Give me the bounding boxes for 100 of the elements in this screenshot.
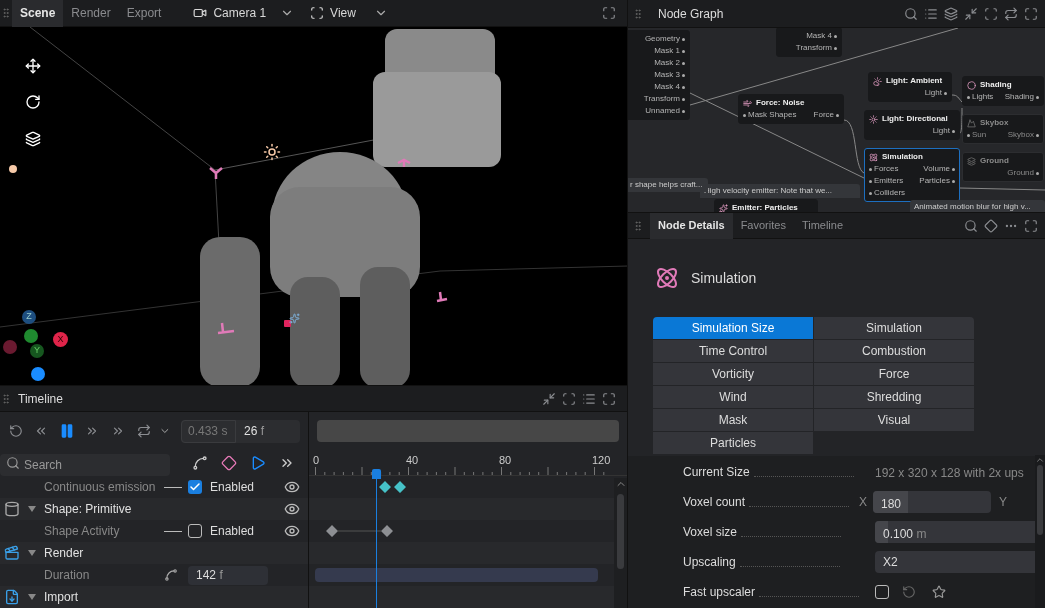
output-port-label: Mask 3 <box>654 69 680 81</box>
graph-node[interactable]: Light: Directional Light <box>864 110 960 140</box>
section-button[interactable]: Mask <box>653 409 813 431</box>
property-label: Voxel size <box>683 524 738 541</box>
output-port-label: Mask 4 <box>806 30 832 42</box>
output-port-label: Force <box>813 109 834 121</box>
group-label: Render <box>44 545 84 562</box>
drag-handle-icon <box>632 7 644 20</box>
group-row[interactable]: Shape: Primitive <box>0 498 308 520</box>
visibility-icon <box>284 479 300 495</box>
section-button[interactable]: Simulation Size <box>653 317 813 339</box>
scrollbar[interactable] <box>614 478 627 608</box>
graph-node[interactable]: Light: Ambient Light <box>868 72 952 102</box>
enabled-label: Enabled <box>210 523 255 540</box>
property-label: Continuous emission <box>44 479 157 496</box>
graph-node[interactable]: Skybox Sun Skybox <box>962 114 1044 144</box>
search-field[interactable]: Search <box>0 454 171 476</box>
search-icon <box>6 456 20 470</box>
graph-node[interactable]: Simulation Forces Volume Emitters Particles Colliders <box>864 148 960 202</box>
section-button[interactable]: Wind <box>653 386 813 408</box>
scene-tab[interactable]: Export <box>118 0 170 27</box>
section-button[interactable]: Shredding <box>814 386 974 408</box>
section-button[interactable]: Time Control <box>653 340 813 362</box>
output-port-label: Transform <box>643 93 680 105</box>
camera-dropdown[interactable]: Camera 1 <box>193 4 295 22</box>
scrollbar[interactable] <box>1035 455 1045 608</box>
node-canvas[interactable] <box>628 28 1045 212</box>
voxel-size-slider[interactable]: 0.100 m <box>875 521 1035 543</box>
keyframe-icon[interactable] <box>219 453 239 473</box>
output-port-label: Light <box>932 125 950 137</box>
property-label: Fast upscaler <box>683 584 756 601</box>
input-port-label: Sun <box>972 129 987 141</box>
scene-tab[interactable]: Scene <box>12 0 64 27</box>
duration-field[interactable]: 142 f <box>188 565 268 585</box>
frame-field[interactable]: 26 f <box>236 419 300 443</box>
atom-icon <box>655 266 679 290</box>
output-port-label: Ground <box>1007 167 1034 179</box>
output-port-label: Mask 1 <box>654 45 680 57</box>
property-label: Voxel count <box>683 494 746 511</box>
output-port-label: Shading <box>1004 91 1034 103</box>
panel-title: Node Graph <box>658 5 724 23</box>
section-button[interactable]: Force <box>814 363 974 385</box>
graph-node[interactable]: Ground Ground <box>962 152 1044 182</box>
node-icon <box>967 80 976 90</box>
section-button[interactable]: Vorticity <box>653 363 813 385</box>
output-port-label: Transform <box>795 42 832 54</box>
upscaling-select[interactable]: X2 <box>875 551 1035 573</box>
node-title: Simulation <box>691 268 757 288</box>
enable-checkbox[interactable] <box>188 480 202 494</box>
document-icon <box>4 589 20 605</box>
section-button[interactable]: Particles <box>653 432 813 454</box>
details-tab[interactable]: Timeline <box>793 212 852 239</box>
property-label: Upscaling <box>683 554 736 571</box>
node-icon <box>869 152 878 162</box>
curve-icon[interactable] <box>190 453 210 473</box>
fast-upscaler-checkbox[interactable] <box>875 585 889 599</box>
section-button[interactable]: Visual <box>814 409 974 431</box>
viewport-canvas[interactable]: Z X Y <box>0 27 627 385</box>
output-port-label: Volume <box>923 163 950 175</box>
node-title: Ground <box>980 155 1009 167</box>
graph-node[interactable]: Emitter: Particles <box>714 199 818 212</box>
voxel-x-slider[interactable]: 180 <box>873 491 991 513</box>
node-icon <box>743 98 752 108</box>
section-button[interactable]: Combustion <box>814 340 974 362</box>
input-port-label: Lights <box>972 91 994 103</box>
node-title: Light: Directional <box>882 113 948 125</box>
graph-node[interactable]: Mask 4 Transform <box>776 28 842 57</box>
size-value: 192 x 320 x 128 with 2x ups <box>875 466 1024 480</box>
group-row[interactable]: Import <box>0 586 308 608</box>
property-label: Current Size <box>683 464 750 481</box>
details-tab[interactable]: Favorites <box>732 212 794 239</box>
output-port-label: Particles <box>919 175 950 187</box>
expand-triangle-icon[interactable] <box>28 505 36 513</box>
property-label: Shape Activity <box>44 523 121 540</box>
expand-triangle-icon[interactable] <box>28 593 36 601</box>
output-port-label: Skybox <box>1007 129 1034 141</box>
group-row[interactable]: Render <box>0 542 308 564</box>
input-port-label: Colliders <box>874 187 906 199</box>
section-button[interactable]: Simulation <box>814 317 974 339</box>
output-port-label: Light <box>924 87 942 99</box>
curve-icon <box>164 568 178 582</box>
graph-node[interactable]: Geometry Mask 1 Mask 2 Mask 3 Mask 4 Transform Unnamed <box>628 30 690 120</box>
axis-label: Y <box>999 494 1008 511</box>
input-port-label: Mask Shapes <box>748 109 797 121</box>
move-tool-icon <box>25 58 41 74</box>
graph-node[interactable]: Shading Lights Shading <box>962 76 1044 106</box>
enabled-label: Enabled <box>210 479 255 496</box>
enable-checkbox[interactable] <box>188 524 202 538</box>
expand-triangle-icon[interactable] <box>28 549 36 557</box>
graph-node[interactable]: Force: Noise Mask Shapes Force <box>738 94 844 124</box>
drag-handle-icon <box>0 392 12 405</box>
property-label: Duration <box>44 567 91 584</box>
view-dropdown[interactable]: View <box>310 4 388 22</box>
ruler-label: 0 <box>313 453 320 468</box>
scene-tab[interactable]: Render <box>63 0 119 27</box>
comment-note: Animated motion blur for high v... <box>910 200 1045 212</box>
node-title: Light: Ambient <box>886 75 943 87</box>
details-tab[interactable]: Node Details <box>650 212 733 239</box>
cylinder-icon <box>4 501 20 517</box>
group-label: Import <box>44 589 78 606</box>
